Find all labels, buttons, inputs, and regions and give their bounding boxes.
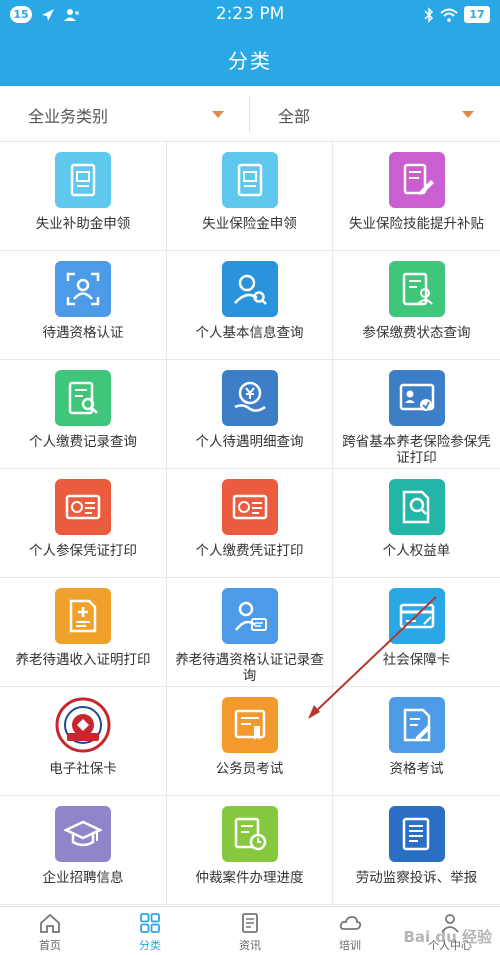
document-icon — [221, 152, 278, 208]
service-label: 失业保险金申领 — [202, 216, 297, 232]
card-icon — [221, 479, 278, 535]
service-item[interactable]: 个人缴费凭证打印 — [167, 469, 333, 578]
card-icon — [55, 479, 111, 535]
grid-icon — [140, 913, 160, 933]
service-label: 失业保险技能提升补贴 — [349, 216, 484, 232]
service-item[interactable]: 企业招聘信息 — [0, 796, 167, 905]
status-bar: 15 2:23 PM 17 — [0, 0, 500, 30]
service-item[interactable]: 电子社保卡 — [0, 687, 167, 796]
business-category-filter[interactable]: 全业务类别 — [0, 86, 250, 142]
service-label: 个人权益单 — [382, 543, 451, 559]
certificate-icon — [221, 697, 278, 753]
face-scan-icon — [55, 261, 111, 317]
tab-cloud[interactable]: 培训 — [300, 907, 400, 955]
doc-pen-icon — [388, 697, 445, 753]
tab-label: 培训 — [339, 939, 361, 952]
document-edit-icon — [388, 152, 445, 208]
service-item[interactable]: 养老待遇资格认证记录查询 — [167, 578, 333, 687]
tab-grid[interactable]: 分类 — [100, 907, 200, 955]
service-item[interactable]: 公务员考试 — [167, 687, 333, 796]
page: 15 2:23 PM 17 分类 全业务类别 全部 失业补助金申领 失业保险金申领… — [0, 0, 500, 955]
doc-search-icon — [388, 479, 445, 535]
bluetooth-icon — [424, 6, 434, 23]
service-item[interactable]: 个人缴费记录查询 — [0, 360, 167, 469]
doc-plus-icon — [55, 588, 111, 644]
service-item[interactable]: 个人基本信息查询 — [167, 251, 333, 360]
bank-card-icon — [388, 588, 445, 644]
service-item[interactable]: 失业补助金申领 — [0, 142, 167, 251]
watermark: Bai du 经验 — [403, 928, 492, 946]
service-item[interactable]: 劳动监察投诉、举报 — [333, 796, 500, 905]
service-label: 个人缴费凭证打印 — [195, 543, 304, 559]
scope-label: 全部 — [278, 107, 311, 126]
tab-label: 资讯 — [239, 939, 261, 952]
service-label: 企业招聘信息 — [42, 870, 124, 886]
status-right: 17 — [424, 6, 490, 23]
service-item[interactable]: 跨省基本养老保险参保凭证打印 — [333, 360, 500, 469]
app-header: 分类 — [0, 30, 500, 86]
dropdown-arrow-icon — [462, 111, 474, 118]
service-item[interactable]: 仲裁案件办理进度 — [167, 796, 333, 905]
service-item[interactable]: 社会保障卡 — [333, 578, 500, 687]
service-label: 劳动监察投诉、举报 — [355, 870, 478, 886]
service-label: 失业补助金申领 — [35, 216, 131, 232]
service-item[interactable]: 待遇资格认证 — [0, 251, 167, 360]
battery-indicator: 17 — [464, 6, 490, 23]
form-user-icon — [388, 261, 445, 317]
record-search-icon — [55, 370, 111, 426]
service-label: 资格考试 — [389, 761, 444, 777]
service-item[interactable]: 个人待遇明细查询 — [167, 360, 333, 469]
tab-label: 分类 — [139, 939, 161, 952]
service-label: 个人缴费记录查询 — [29, 434, 137, 450]
service-label: 社会保障卡 — [382, 652, 451, 668]
page-title: 分类 — [228, 49, 272, 73]
tab-home[interactable]: 首页 — [0, 907, 100, 955]
doc-clock-icon — [221, 806, 278, 862]
id-card-icon — [388, 370, 445, 426]
service-item[interactable]: 养老待遇收入证明打印 — [0, 578, 167, 687]
service-item[interactable]: 资格考试 — [333, 687, 500, 796]
tab-label: 首页 — [39, 939, 61, 952]
tab-news[interactable]: 资讯 — [200, 907, 300, 955]
doc-lines-icon — [388, 806, 445, 862]
business-category-label: 全业务类别 — [28, 107, 109, 126]
service-grid: 失业补助金申领 失业保险金申领 失业保险技能提升补贴待遇资格认证 个人基本信息查询 参保… — [0, 142, 500, 906]
yuan-hand-icon — [221, 370, 278, 426]
service-label: 个人基本信息查询 — [195, 325, 304, 341]
service-label: 个人参保凭证打印 — [29, 543, 137, 559]
news-icon — [242, 913, 258, 933]
service-item[interactable]: 个人权益单 — [333, 469, 500, 578]
service-item[interactable]: 个人参保凭证打印 — [0, 469, 167, 578]
scope-filter[interactable]: 全部 — [250, 86, 500, 142]
service-item[interactable]: 失业保险技能提升补贴 — [333, 142, 500, 251]
user-card-icon — [221, 588, 278, 644]
service-item[interactable]: 参保缴费状态查询 — [333, 251, 500, 360]
service-label: 养老待遇收入证明打印 — [15, 652, 151, 668]
wifi-icon — [440, 8, 458, 22]
service-label: 公务员考试 — [215, 761, 284, 777]
service-label: 个人待遇明细查询 — [195, 434, 304, 450]
cloud-icon — [339, 916, 362, 930]
service-label: 养老待遇资格认证记录查询 — [175, 652, 324, 684]
service-label: 仲裁案件办理进度 — [195, 870, 304, 886]
graduation-cap-icon — [55, 806, 111, 862]
home-icon — [40, 913, 60, 933]
service-label: 待遇资格认证 — [42, 325, 124, 341]
dropdown-arrow-icon — [212, 111, 224, 118]
service-label: 电子社保卡 — [49, 761, 117, 777]
user-search-icon — [221, 261, 278, 317]
service-item[interactable]: 失业保险金申领 — [167, 142, 333, 251]
social-security-seal-icon — [55, 697, 111, 753]
filter-bar: 全业务类别 全部 — [0, 86, 500, 142]
service-label: 参保缴费状态查询 — [362, 325, 471, 341]
service-label: 跨省基本养老保险参保凭证打印 — [342, 434, 491, 466]
document-icon — [55, 152, 111, 208]
